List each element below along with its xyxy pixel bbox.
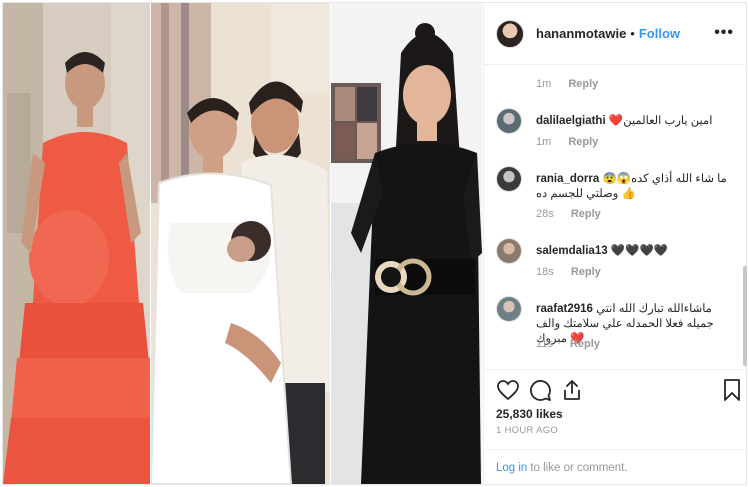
comment-time: 11s (536, 338, 553, 350)
comment-time: 1m (536, 136, 552, 148)
commenter-avatar[interactable] (496, 238, 522, 264)
follow-button[interactable]: Follow (639, 26, 680, 41)
comment-meta: 18s Reply (536, 266, 601, 278)
comments-scrollbar[interactable] (743, 266, 747, 366)
comment-meta: 1m Reply (536, 136, 598, 148)
comment-time: 18s (536, 266, 554, 278)
author-username[interactable]: hananmotawie (536, 26, 626, 41)
commenter-username[interactable]: salemdalia13 (536, 245, 608, 257)
share-icon[interactable] (560, 378, 584, 402)
post-timestamp: 1 HOUR AGO (496, 425, 559, 436)
comment-body: dalilaelgiathi ❤️امين يارب العالمين (536, 114, 740, 129)
reply-button[interactable]: Reply (570, 338, 600, 350)
comment-time: 28s (536, 208, 554, 220)
comment-icon[interactable] (528, 378, 552, 402)
comment-text: ❤️امين يارب العالمين (608, 115, 713, 127)
reply-button[interactable]: Reply (571, 208, 601, 220)
photo-panel-black-dress (331, 3, 482, 484)
heart-icon[interactable] (496, 378, 520, 402)
comment-body: salemdalia13 🖤🖤🖤🖤 (536, 244, 740, 259)
photo-panel-couple-baby (151, 3, 331, 484)
more-options-icon[interactable]: ••• (714, 25, 734, 41)
commenter-username[interactable]: dalilaelgiathi (536, 115, 606, 127)
comment-time: 1m (536, 78, 552, 90)
author-avatar[interactable] (496, 19, 524, 48)
login-link[interactable]: Log in (496, 462, 527, 474)
commenter-username[interactable]: rania_dorra (536, 173, 599, 185)
login-prompt-text: to like or comment. (530, 461, 628, 474)
post-image[interactable] (3, 3, 482, 484)
post-actions: 25,830 likes 1 HOUR AGO Log in to like o… (484, 369, 748, 484)
comment-item: raafat2916 ماشاءالله تبارك الله انتي جمي… (496, 296, 740, 362)
separator-dot: • (630, 26, 635, 41)
commenter-avatar[interactable] (496, 166, 522, 192)
commenter-avatar[interactable] (496, 296, 522, 322)
instagram-post: hananmotawie • Follow ••• 1m Reply dalil… (2, 2, 748, 485)
commenter-username[interactable]: raafat2916 (536, 303, 593, 315)
post-sidebar: hananmotawie • Follow ••• 1m Reply dalil… (483, 3, 748, 484)
reply-button[interactable]: Reply (568, 78, 598, 90)
likes-count[interactable]: 25,830 likes (496, 407, 563, 421)
comment-item: rania_dorra ما شاء الله أذاي كده😱😨 👍 وصل… (496, 166, 740, 226)
comment-item: salemdalia13 🖤🖤🖤🖤 18s Reply (496, 238, 740, 288)
post-header: hananmotawie • Follow ••• (484, 3, 748, 65)
comment-item: dalilaelgiathi ❤️امين يارب العالمين 1m R… (496, 108, 740, 160)
commenter-avatar[interactable] (496, 108, 522, 134)
photo-panel-red-dress (3, 3, 151, 484)
comment-meta: 11s Reply (536, 338, 600, 350)
reply-button[interactable]: Reply (568, 136, 598, 148)
comment-meta: 28s Reply (536, 208, 601, 220)
comment-text: 🖤🖤🖤🖤 (610, 245, 669, 257)
reply-button[interactable]: Reply (571, 266, 601, 278)
bookmark-icon[interactable] (720, 378, 744, 402)
comment-meta: 1m Reply (536, 78, 598, 90)
login-prompt: Log in to like or comment. (484, 449, 748, 485)
comments-list[interactable]: 1m Reply dalilaelgiathi ❤️امين يارب العا… (484, 66, 748, 369)
comment-body: rania_dorra ما شاء الله أذاي كده😱😨 👍 وصل… (536, 172, 740, 202)
